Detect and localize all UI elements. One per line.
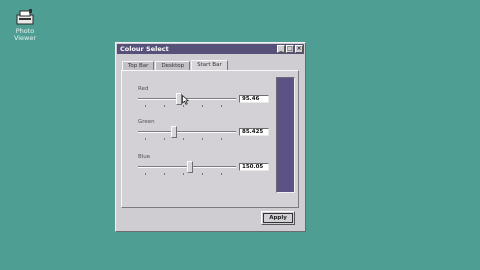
apply-button[interactable]: Apply <box>261 211 295 225</box>
tick <box>202 173 203 175</box>
tick <box>202 105 203 107</box>
tick <box>145 138 146 140</box>
tick <box>145 173 146 175</box>
tick <box>183 173 184 175</box>
tab-top-bar[interactable]: Top Bar <box>122 61 155 70</box>
tick <box>145 105 146 107</box>
green-slider-thumb[interactable] <box>171 126 177 138</box>
close-button[interactable]: × <box>295 45 303 53</box>
maximize-button[interactable]: □ <box>286 45 294 53</box>
tick <box>202 138 203 140</box>
tick <box>183 138 184 140</box>
blue-label: Blue <box>138 154 151 160</box>
red-value-field[interactable]: 95.46 <box>239 95 269 103</box>
tab-desktop[interactable]: Desktop <box>155 61 191 70</box>
window-title: Colour Select <box>120 45 169 53</box>
mouse-pointer-icon <box>182 90 190 109</box>
tab-strip: Top Bar Desktop Start Bar <box>122 60 229 70</box>
colour-select-window: Colour Select _ □ × Top Bar Desktop Star… <box>115 42 306 232</box>
tick <box>164 105 165 107</box>
tick <box>221 105 222 107</box>
colour-preview-swatch <box>276 77 295 193</box>
minimize-button[interactable]: _ <box>277 45 285 53</box>
tab-panel: Red 95.46 Green 85.425 Blue 150.05 <box>121 70 299 208</box>
tab-start-bar[interactable]: Start Bar <box>191 60 228 70</box>
blue-value-field[interactable]: 150.05 <box>239 163 269 171</box>
green-label: Green <box>138 119 155 125</box>
title-bar[interactable]: Colour Select _ □ × <box>117 44 304 54</box>
tick <box>164 138 165 140</box>
tick <box>164 173 165 175</box>
desktop-icon-label: Photo Viewer <box>13 27 37 42</box>
red-label: Red <box>138 86 149 92</box>
green-slider-track[interactable] <box>138 131 236 133</box>
tick <box>221 138 222 140</box>
blue-slider-thumb[interactable] <box>187 161 193 173</box>
green-value-field[interactable]: 85.425 <box>239 128 269 136</box>
photo-viewer-icon <box>14 8 36 26</box>
desktop-icon-photo-viewer[interactable]: Photo Viewer <box>8 8 42 42</box>
tick <box>221 173 222 175</box>
